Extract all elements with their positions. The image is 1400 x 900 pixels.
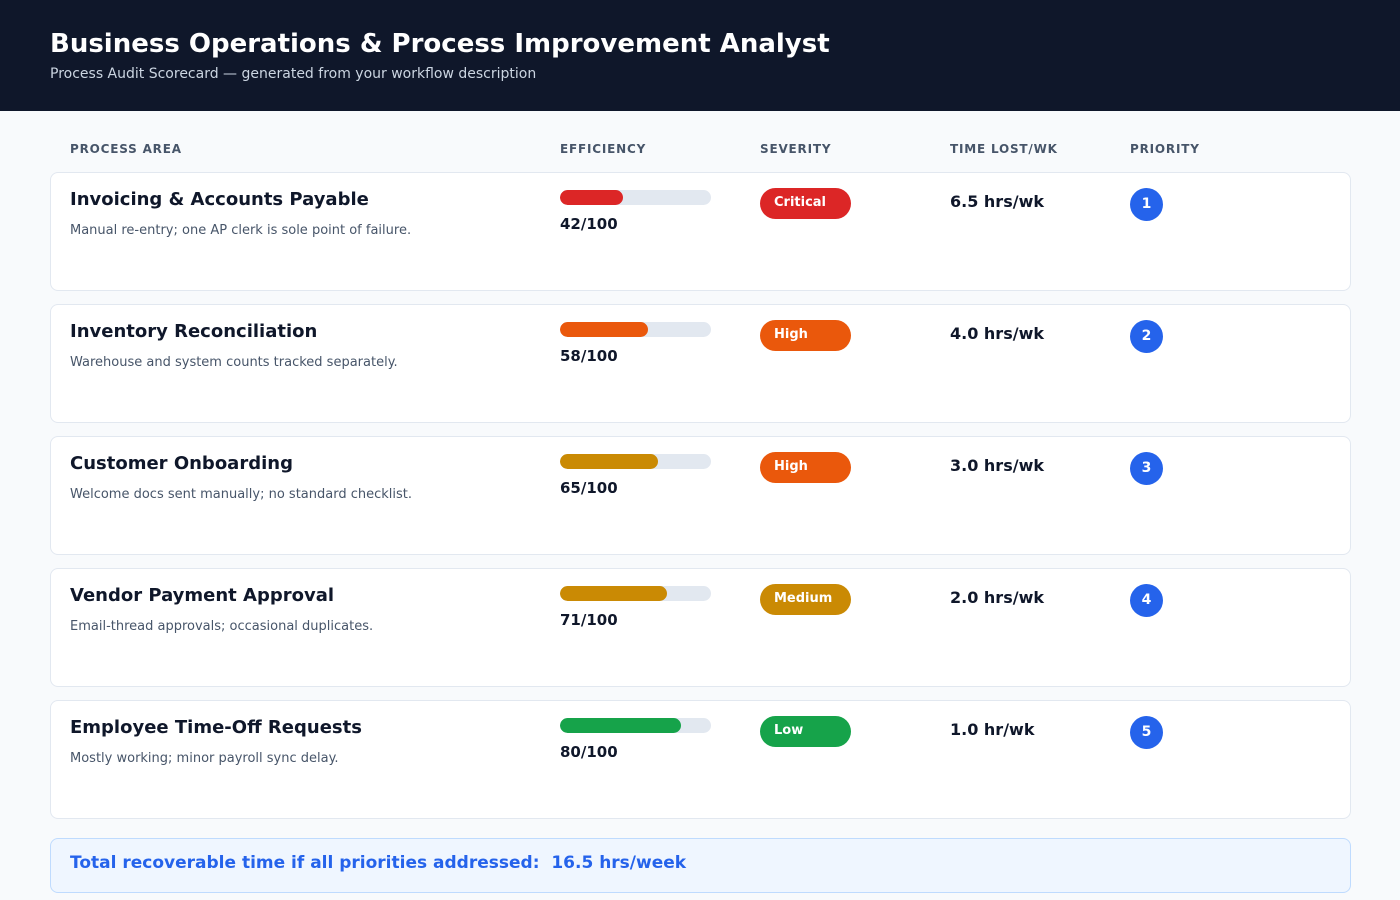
process-row[interactable]: Customer Onboarding Welcome docs sent ma… [50,436,1351,555]
efficiency-score: 58/100 [560,347,618,365]
process-row[interactable]: Vendor Payment Approval Email-thread app… [50,568,1351,687]
process-name: Customer Onboarding [70,453,293,474]
efficiency-bar-fill [560,322,648,337]
efficiency-score: 71/100 [560,611,618,629]
summary-total-text: Total recoverable time if all priorities… [70,853,687,873]
priority-badge: 2 [1130,320,1163,353]
column-header-severity: SEVERITY [760,142,832,156]
process-name: Inventory Reconciliation [70,321,318,342]
severity-badge: High [760,452,851,483]
efficiency-score: 65/100 [560,479,618,497]
priority-badge: 3 [1130,452,1163,485]
process-description: Mostly working; minor payroll sync delay… [70,751,339,766]
efficiency-bar-fill [560,454,659,469]
process-row[interactable]: Employee Time-Off Requests Mostly workin… [50,700,1351,819]
efficiency-score: 80/100 [560,743,618,761]
column-header-priority: PRIORITY [1130,142,1200,156]
process-description: Warehouse and system counts tracked sepa… [70,355,398,370]
process-name: Vendor Payment Approval [70,585,335,606]
column-header-process-area: PROCESS AREA [70,142,182,156]
process-description: Email-thread approvals; occasional dupli… [70,619,374,634]
page-header: Business Operations & Process Improvemen… [0,0,1400,111]
severity-badge: High [760,320,851,351]
process-row[interactable]: Invoicing & Accounts Payable Manual re-e… [50,172,1351,291]
severity-badge: Medium [760,584,851,615]
efficiency-bar-fill [560,190,624,205]
priority-badge: 5 [1130,716,1163,749]
efficiency-bar [560,586,711,601]
process-description: Welcome docs sent manually; no standard … [70,487,413,502]
time-lost-value: 3.0 hrs/wk [950,456,1044,475]
efficiency-bar-fill [560,718,681,733]
efficiency-bar [560,190,711,205]
efficiency-score: 42/100 [560,215,618,233]
page-title: Business Operations & Process Improvemen… [50,29,830,59]
process-row[interactable]: Inventory Reconciliation Warehouse and s… [50,304,1351,423]
summary-banner: Total recoverable time if all priorities… [50,838,1351,893]
page-subtitle: Process Audit Scorecard — generated from… [50,66,537,82]
efficiency-bar [560,718,711,733]
severity-badge: Low [760,716,851,747]
process-name: Employee Time-Off Requests [70,717,362,738]
efficiency-bar-fill [560,586,668,601]
time-lost-value: 6.5 hrs/wk [950,192,1044,211]
efficiency-bar [560,322,711,337]
severity-badge: Critical [760,188,851,219]
priority-badge: 4 [1130,584,1163,617]
column-header-time-lost: TIME LOST/WK [950,142,1058,156]
time-lost-value: 2.0 hrs/wk [950,588,1044,607]
process-description: Manual re-entry; one AP clerk is sole po… [70,223,412,238]
time-lost-value: 1.0 hr/wk [950,720,1035,739]
column-header-efficiency: EFFICIENCY [560,142,647,156]
efficiency-bar [560,454,711,469]
time-lost-value: 4.0 hrs/wk [950,324,1044,343]
priority-badge: 1 [1130,188,1163,221]
process-name: Invoicing & Accounts Payable [70,189,369,210]
